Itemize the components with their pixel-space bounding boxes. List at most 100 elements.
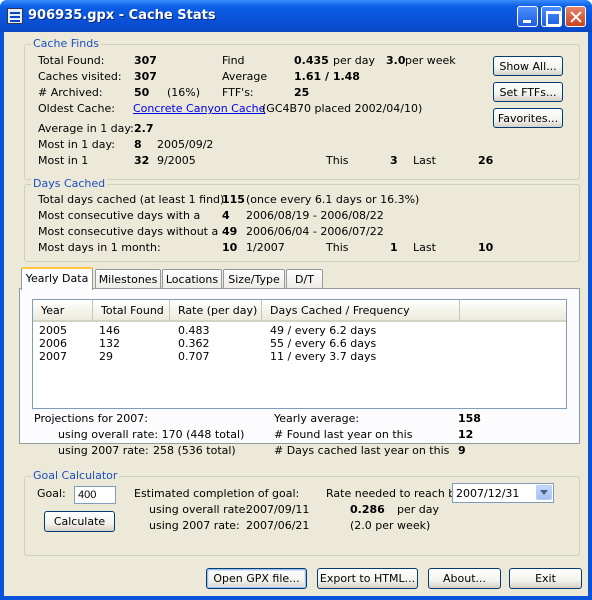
year-cell: 2006 <box>39 337 67 350</box>
oldest-cache-link[interactable]: Concrete Canyon Cache <box>133 102 265 115</box>
archived-value: 50 <box>134 86 150 99</box>
archived-label: # Archived: <box>38 86 103 99</box>
col-days-cached[interactable]: Days Cached / Frequency <box>262 300 460 322</box>
projections-label: Projections for 2007: <box>34 412 148 425</box>
days-last-year-label: # Days cached last year on this <box>274 444 450 457</box>
col-filler <box>460 300 566 322</box>
goal-input[interactable] <box>74 486 116 504</box>
last-month-label: Last <box>413 154 436 167</box>
this-month-value: 3 <box>390 154 398 167</box>
avg-1day-value: 2.7 <box>134 122 154 135</box>
consec-with-label: Most consecutive days with a <box>38 209 201 222</box>
table-row[interactable]: 2007 29 0.707 11 / every 3.7 days <box>33 350 566 363</box>
tab-size-type[interactable]: Size/Type <box>223 269 285 289</box>
consec-without-value: 49 <box>222 225 238 238</box>
set-ftfs-button[interactable]: Set FTFs... <box>493 82 563 102</box>
col-total-found[interactable]: Total Found <box>93 300 170 322</box>
col-rate[interactable]: Rate (per day) <box>170 300 262 322</box>
most-in1-date: 9/2005 <box>157 154 196 167</box>
days-last-year-value: 9 <box>458 444 466 457</box>
goal-overall-label: using overall rate: <box>149 503 250 516</box>
goal-2007-date: 2007/06/21 <box>246 519 310 532</box>
yearly-list[interactable]: Year Total Found Rate (per day) Days Cac… <box>32 299 567 409</box>
total-found-label: Total Found: <box>38 54 105 67</box>
find-rate-label: Find <box>222 54 245 67</box>
last-month-value: 26 <box>478 154 494 167</box>
consec-without-label: Most consecutive days without a <box>38 225 219 238</box>
found-last-year-value: 12 <box>458 428 474 441</box>
month-days-date: 1/2007 <box>246 241 285 254</box>
rate-needed-label: Rate needed to reach by <box>326 487 462 500</box>
days-cached-cell: 55 / every 6.6 days <box>270 337 377 350</box>
table-row[interactable]: 2005 146 0.483 49 / every 6.2 days <box>33 324 566 337</box>
consec-without-range: 2006/06/04 - 2006/07/22 <box>246 225 384 238</box>
total-days-label: Total days cached (at least 1 find): <box>38 193 229 206</box>
goal-2007-label: using 2007 rate: <box>149 519 240 532</box>
avg-1day-label: Average in 1 day: <box>38 122 134 135</box>
projection-overall: using overall rate: 170 (448 total) <box>58 428 245 441</box>
consec-with-value: 4 <box>222 209 230 222</box>
rate-cell: 0.483 <box>178 324 210 337</box>
goal-overall-date: 2007/09/11 <box>246 503 310 516</box>
col-year[interactable]: Year <box>33 300 93 322</box>
window-title: 906935.gpx - Cache Stats <box>28 8 216 23</box>
find-per-week-label: per week <box>405 54 456 67</box>
about-button[interactable]: About... <box>428 568 501 589</box>
goal-rate-per-day-label: per day <box>397 503 440 516</box>
tab-dt[interactable]: D/T <box>286 269 323 289</box>
projection-2007-label: using 2007 rate: <box>58 444 149 457</box>
projection-2007-value: 258 (536 total) <box>153 444 236 457</box>
tab-locations[interactable]: Locations <box>162 269 222 289</box>
minimize-button[interactable] <box>517 6 538 27</box>
chevron-down-icon[interactable] <box>536 485 552 500</box>
find-per-week-value: 3.0 <box>386 54 406 67</box>
goal-label: Goal: <box>37 487 66 500</box>
days-last-value: 10 <box>478 241 494 254</box>
goal-rate-per-day-value: 0.286 <box>350 503 385 516</box>
rate-cell: 0.362 <box>178 337 210 350</box>
maximize-icon <box>542 7 561 26</box>
month-days-label: Most days in 1 month: <box>38 241 161 254</box>
total-days-value: 115 <box>222 193 245 206</box>
average-label: Average <box>222 70 268 83</box>
favorites-button[interactable]: Favorites... <box>493 108 563 128</box>
title-bar[interactable]: 906935.gpx - Cache Stats <box>0 0 592 32</box>
client-area: Cache Finds Total Found: 307 Caches visi… <box>4 32 588 596</box>
target-date-combo[interactable]: 2007/12/31 <box>452 483 554 503</box>
yearly-average-value: 158 <box>458 412 481 425</box>
oldest-cache-label: Oldest Cache: <box>38 102 115 115</box>
ftfs-value: 25 <box>294 86 310 99</box>
find-per-day-value: 0.435 <box>294 54 329 67</box>
days-this-label: This <box>326 241 349 254</box>
find-per-day-label: per day <box>333 54 376 67</box>
show-all-button[interactable]: Show All... <box>493 56 563 76</box>
oldest-cache-detail: (GC4B70 placed 2002/04/10) <box>262 102 423 115</box>
tab-milestones[interactable]: Milestones <box>95 269 161 289</box>
goal-calculator-title: Goal Calculator <box>31 469 120 482</box>
open-gpx-button[interactable]: Open GPX file... <box>206 568 307 589</box>
month-days-value: 10 <box>222 241 238 254</box>
days-cached-cell: 11 / every 3.7 days <box>270 350 377 363</box>
goal-rate-per-week: (2.0 per week) <box>350 519 431 532</box>
tab-strip: Yearly Data Milestones Locations Size/Ty… <box>19 267 580 290</box>
found-last-year-label: # Found last year on this <box>274 428 413 441</box>
close-button[interactable] <box>565 6 586 27</box>
total-found-value: 307 <box>134 54 157 67</box>
exit-button[interactable]: Exit <box>509 568 582 589</box>
cache-finds-title: Cache Finds <box>31 37 101 50</box>
total-found-cell: 132 <box>99 337 120 350</box>
table-row[interactable]: 2006 132 0.362 55 / every 6.6 days <box>33 337 566 350</box>
maximize-button[interactable] <box>541 6 562 27</box>
most-1day-label: Most in 1 day: <box>38 138 115 151</box>
days-cached-cell: 49 / every 6.2 days <box>270 324 377 337</box>
ftfs-label: FTF's: <box>222 86 254 99</box>
this-month-label: This <box>326 154 349 167</box>
app-window: 906935.gpx - Cache Stats Cache Finds Tot… <box>0 0 592 600</box>
most-in1-label: Most in 1 <box>38 154 89 167</box>
calculate-button[interactable]: Calculate <box>44 511 115 532</box>
tab-yearly-data[interactable]: Yearly Data <box>21 267 93 290</box>
average-value: 1.61 / 1.48 <box>294 70 360 83</box>
most-1day-date: 2005/09/2 <box>157 138 214 151</box>
year-cell: 2005 <box>39 324 67 337</box>
export-html-button[interactable]: Export to HTML... <box>317 568 418 589</box>
